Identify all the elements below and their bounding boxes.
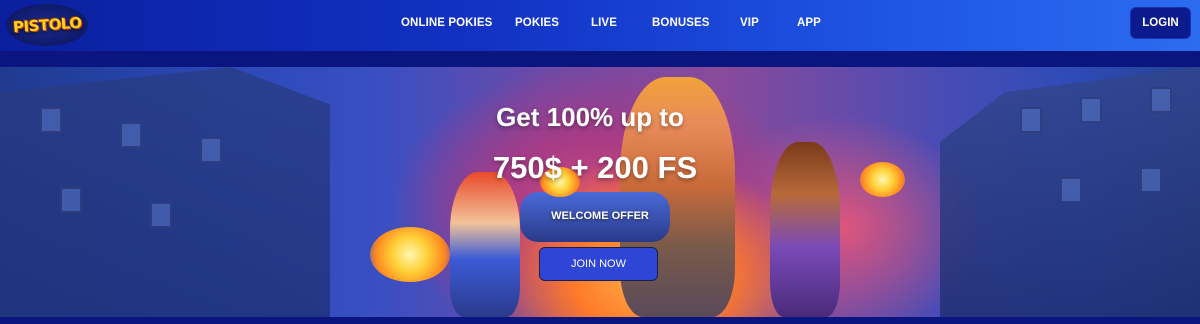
nav-item-pokies[interactable]: POKIES: [515, 17, 559, 29]
hero-banner: Get 100% up to 750$ + 200 FS WELCOME OFF…: [0, 67, 1200, 317]
window-decoration: [200, 137, 222, 163]
left-building-image: [0, 67, 330, 317]
site-header: PISTOLO ONLINE POKIES POKIES LIVE BONUSE…: [0, 0, 1200, 51]
window-decoration: [120, 122, 142, 148]
login-button[interactable]: LOGIN: [1130, 7, 1191, 39]
nav-item-vip[interactable]: VIP: [740, 17, 759, 29]
window-decoration: [1150, 87, 1172, 113]
main-nav: ONLINE POKIES POKIES LIVE BONUSES VIP AP…: [0, 0, 1200, 51]
window-decoration: [40, 107, 62, 133]
window-decoration: [1080, 97, 1102, 123]
hero-title: Get 100% up to: [496, 102, 684, 132]
muzzle-flash-image: [370, 227, 450, 282]
header-divider: [0, 51, 1200, 67]
girl-character-image: [450, 172, 520, 317]
window-decoration: [1060, 177, 1082, 203]
join-now-button[interactable]: JOIN NOW: [539, 247, 658, 281]
window-decoration: [60, 187, 82, 213]
man-character-image: [770, 142, 840, 317]
bottom-divider: [0, 317, 1200, 324]
nav-item-live[interactable]: LIVE: [591, 17, 617, 29]
window-decoration: [1020, 107, 1042, 133]
muzzle-flash-image: [860, 162, 905, 197]
window-decoration: [1140, 167, 1162, 193]
welcome-offer-label: WELCOME OFFER: [551, 210, 649, 222]
window-decoration: [150, 202, 172, 228]
nav-item-app[interactable]: APP: [797, 17, 821, 29]
hero-bonus-amount: 750$ + 200 FS: [492, 150, 698, 185]
nav-item-online-pokies[interactable]: ONLINE POKIES: [401, 17, 492, 29]
nav-item-bonuses[interactable]: BONUSES: [652, 17, 710, 29]
